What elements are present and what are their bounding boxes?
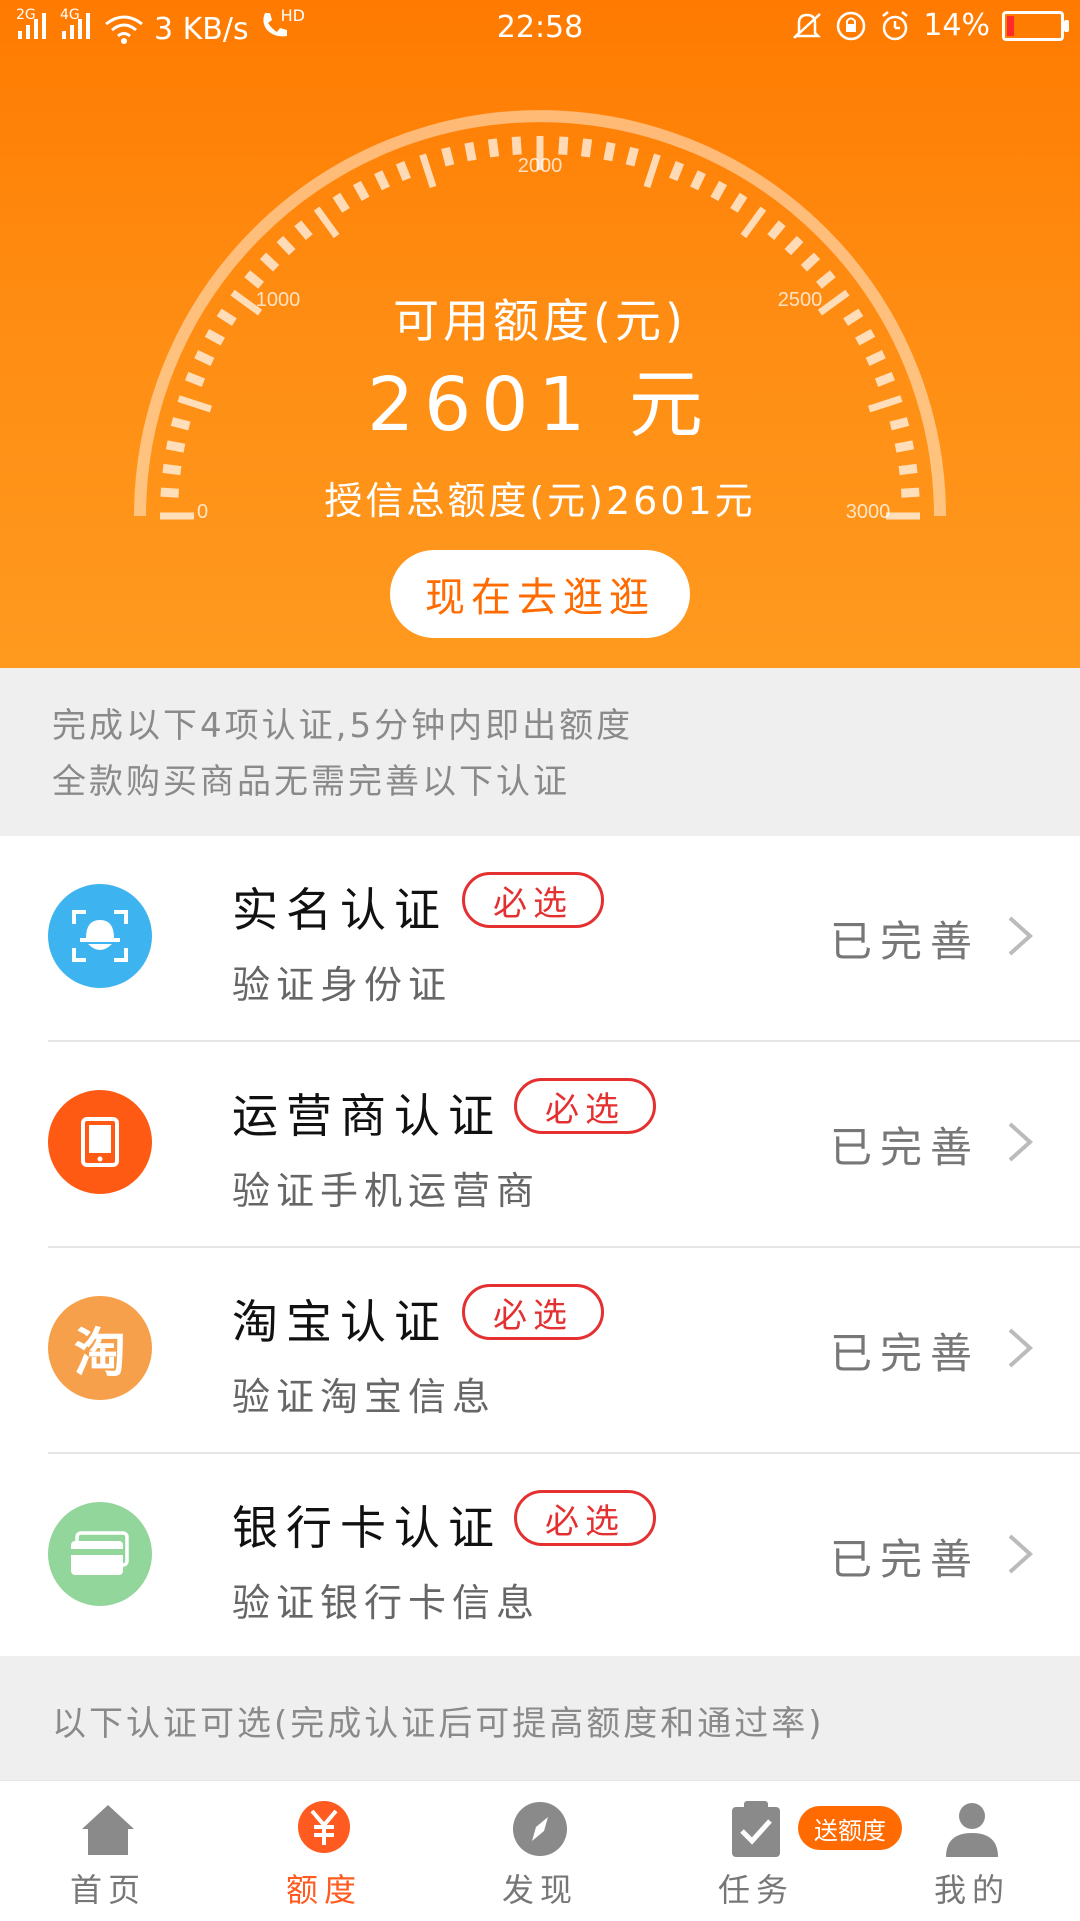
face-id-icon <box>48 884 152 988</box>
bank-card-icon <box>48 1502 152 1606</box>
task-icon <box>732 1801 780 1857</box>
verification-desc: 验证身份证 <box>232 963 453 1007</box>
required-badge: 必选 <box>514 1078 656 1134</box>
tab-label: 额度 <box>285 1871 362 1909</box>
verification-notice: 完成以下4项认证,5分钟内即出额度 全款购买商品无需完善以下认证 <box>0 668 1080 836</box>
battery-icon <box>1002 10 1069 41</box>
tab-label: 首页 <box>69 1871 146 1909</box>
gauge-tick <box>395 161 411 182</box>
status-bar: 2G 4G 3 KB/s HD 22:58 14% <box>0 0 1080 56</box>
taobao-icon: 淘 <box>48 1296 152 1400</box>
gauge-tick <box>740 206 767 239</box>
gauge-tick <box>294 220 313 240</box>
chevron-right-icon <box>1008 916 1033 956</box>
tab-home[interactable]: 首页 <box>28 1781 188 1921</box>
tab-label: 我的 <box>933 1871 1010 1909</box>
verification-name: 运营商认证 <box>232 1089 502 1143</box>
alarm-icon <box>882 10 909 40</box>
mute-vibrate-icon <box>793 12 822 39</box>
taobao-icon-text: 淘 <box>73 1323 126 1384</box>
required-badge: 必选 <box>462 872 604 928</box>
battery-percent: 14% <box>923 8 990 43</box>
gauge-tick <box>767 220 786 240</box>
gauge-tick <box>580 138 593 158</box>
status-right: 14% <box>791 8 1069 43</box>
tab-mine[interactable]: 我的 <box>892 1781 1052 1921</box>
gauge-tick <box>603 141 616 162</box>
total-credit-line: 授信总额度(元)2601元 <box>324 479 756 523</box>
task-reward-badge: 送额度 <box>798 1806 902 1850</box>
compass-icon <box>513 1802 567 1856</box>
notice-line-2: 全款购买商品无需完善以下认证 <box>52 762 570 802</box>
chevron-right-icon <box>1008 1534 1033 1574</box>
gauge-label-2000: 2000 <box>518 155 563 177</box>
verification-row-realname[interactable]: 实名认证 必选 验证身份证 已完善 <box>0 836 1080 1042</box>
tab-tasks[interactable]: 任务 <box>676 1781 836 1921</box>
gauge-tick <box>244 270 264 289</box>
gauge-tick <box>374 170 390 191</box>
verification-status: 已完善 <box>829 1535 980 1584</box>
gauge-tick <box>487 138 500 158</box>
available-quota-amount: 2601 元 <box>367 362 713 448</box>
gauge-tick <box>313 206 340 239</box>
hero-banner: 2G 4G 3 KB/s HD 22:58 14% 0 1000 2000 25… <box>0 0 1080 668</box>
verification-status: 已完善 <box>829 1329 980 1378</box>
gauge-tick <box>690 170 706 191</box>
verification-row-carrier[interactable]: 运营商认证 必选 验证手机运营商 已完善 <box>0 1042 1080 1248</box>
gauge-tick <box>511 136 522 155</box>
required-badge: 必选 <box>462 1284 604 1340</box>
gauge-tick <box>332 192 350 213</box>
gauge-tick <box>643 153 661 189</box>
gauge-tick <box>784 235 804 256</box>
verification-status: 已完善 <box>829 917 980 966</box>
gauge-tick <box>464 141 477 162</box>
verification-desc: 验证银行卡信息 <box>232 1581 541 1625</box>
tab-quota[interactable]: 额度 <box>244 1781 404 1921</box>
optional-verification-note: 以下认证可选(完成认证后可提高额度和通过率) <box>0 1656 1080 1780</box>
verification-name: 银行卡认证 <box>232 1501 502 1555</box>
gauge-tick <box>730 192 748 213</box>
gauge-tick <box>710 180 728 201</box>
gauge-tick <box>352 180 370 201</box>
required-badge: 必选 <box>514 1490 656 1546</box>
gauge-tick <box>276 235 296 256</box>
gauge-tick <box>419 153 437 189</box>
notice-line-1: 完成以下4项认证,5分钟内即出额度 <box>52 706 634 746</box>
bottom-tab-bar: 首页 额度 发现 任务 我的 <box>0 1780 1080 1921</box>
available-quota-title: 可用额度(元) <box>393 294 687 348</box>
tab-label: 任务 <box>717 1871 794 1909</box>
verification-status: 已完善 <box>829 1123 980 1172</box>
optional-note-text: 以下认证可选(完成认证后可提高额度和通过率) <box>52 1704 825 1744</box>
chevron-right-icon <box>1008 1122 1033 1162</box>
verification-name: 淘宝认证 <box>232 1295 448 1349</box>
gauge-tick <box>558 136 569 155</box>
phone-icon <box>48 1090 152 1194</box>
home-icon <box>82 1805 134 1855</box>
verification-row-taobao[interactable]: 淘 淘宝认证 必选 验证淘宝信息 已完善 <box>0 1248 1080 1454</box>
gauge-tick <box>259 252 280 272</box>
gauge-tick <box>800 252 821 272</box>
lock-rotation-icon <box>837 11 866 40</box>
verification-name: 实名认证 <box>232 883 448 937</box>
verification-row-bankcard[interactable]: 银行卡认证 必选 验证银行卡信息 已完善 <box>0 1454 1080 1660</box>
battery-fill <box>1007 15 1014 36</box>
go-shopping-button[interactable]: 现在去逛逛 <box>390 550 690 638</box>
verification-desc: 验证手机运营商 <box>232 1169 541 1213</box>
quota-icon <box>298 1801 350 1853</box>
gauge-tick <box>816 270 836 289</box>
chevron-right-icon <box>1008 1328 1033 1368</box>
tab-discover[interactable]: 发现 <box>460 1781 620 1921</box>
gauge-tick <box>441 146 455 167</box>
verification-desc: 验证淘宝信息 <box>232 1375 497 1419</box>
user-icon <box>946 1803 998 1857</box>
tab-label: 发现 <box>501 1871 578 1909</box>
verification-list: 实名认证 必选 验证身份证 已完善 运营商认证 必选 验证手机运营商 已完善 淘… <box>0 836 1080 1660</box>
gauge-tick <box>669 161 685 182</box>
gauge-tick <box>625 146 639 167</box>
